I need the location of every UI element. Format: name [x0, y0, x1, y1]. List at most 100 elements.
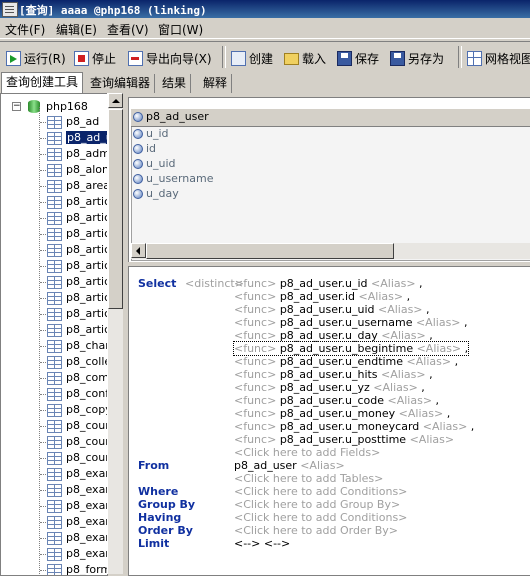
- collapse-icon[interactable]: −: [12, 102, 21, 111]
- select-column-row[interactable]: <func> p8_ad_user.u_endtime <Alias> ,: [234, 355, 458, 368]
- tree-table-item[interactable]: p8_artic: [1, 274, 107, 290]
- scroll-up-button[interactable]: [108, 93, 123, 108]
- func-placeholder[interactable]: <func>: [234, 368, 276, 381]
- func-placeholder[interactable]: <func>: [234, 316, 276, 329]
- select-column-row[interactable]: <func> p8_ad_user.u_id <Alias> ,: [234, 277, 423, 290]
- alias-placeholder[interactable]: <Alias>: [399, 407, 444, 420]
- menu-edit[interactable]: 编辑(E): [56, 21, 97, 38]
- alias-placeholder[interactable]: <Alias>: [410, 433, 455, 446]
- tree-table-item[interactable]: p8_artic: [1, 194, 107, 210]
- add-tables-placeholder[interactable]: <Click here to add Tables>: [234, 472, 383, 485]
- tab-query-builder[interactable]: 查询创建工具: [1, 72, 84, 94]
- tree-table-item[interactable]: p8_colle: [1, 354, 107, 370]
- func-placeholder[interactable]: <func>: [234, 433, 276, 446]
- select-column[interactable]: p8_ad_user.u_yz: [280, 381, 370, 394]
- grid-view-button[interactable]: 网格视图: [467, 48, 530, 68]
- select-column-row[interactable]: <func> p8_ad_user.id <Alias> ,: [234, 290, 410, 303]
- select-column[interactable]: p8_ad_user.u_id: [280, 277, 368, 290]
- menu-window[interactable]: 窗口(W): [158, 21, 203, 38]
- tree-table-item[interactable]: p8_artic: [1, 226, 107, 242]
- select-column-row[interactable]: <func> p8_ad_user.u_begintime <Alias> ,: [232, 341, 470, 356]
- stop-button[interactable]: 停止: [74, 48, 116, 68]
- alias-placeholder[interactable]: <Alias>: [423, 420, 468, 433]
- schema-tree[interactable]: − php168 p8_ad p8_ad_u p8_adm p8_alon p8_are…: [0, 93, 108, 576]
- tree-table-item[interactable]: p8_exar: [1, 482, 107, 498]
- alias-placeholder[interactable]: <Alias>: [381, 329, 426, 342]
- run-button[interactable]: 运行(R): [6, 48, 66, 68]
- add-group-by-placeholder[interactable]: <Click here to add Group By>: [234, 498, 400, 511]
- tree-table-item[interactable]: p8_artic: [1, 242, 107, 258]
- func-placeholder[interactable]: <func>: [234, 407, 276, 420]
- tree-table-item[interactable]: p8_adm: [1, 146, 107, 162]
- tree-table-item[interactable]: p8_artic: [1, 290, 107, 306]
- from-alias-placeholder[interactable]: <Alias>: [300, 459, 345, 472]
- save-button[interactable]: 保存: [337, 48, 379, 68]
- hscroll-thumb[interactable]: [146, 243, 394, 259]
- tree-table-item[interactable]: p8_exar: [1, 546, 107, 562]
- from-table[interactable]: p8_ad_user: [234, 459, 297, 472]
- select-column[interactable]: p8_ad_user.u_moneycard: [280, 420, 419, 433]
- scroll-thumb[interactable]: [108, 109, 123, 309]
- tree-scrollbar[interactable]: [107, 93, 123, 574]
- func-placeholder[interactable]: <func>: [234, 342, 276, 355]
- select-column[interactable]: p8_ad_user.u_money: [280, 407, 395, 420]
- table-box[interactable]: [131, 109, 530, 261]
- select-column[interactable]: p8_ad_user.u_username: [280, 316, 413, 329]
- alias-placeholder[interactable]: <Alias>: [407, 355, 452, 368]
- select-column[interactable]: p8_ad_user.u_hits: [280, 368, 378, 381]
- func-placeholder[interactable]: <func>: [234, 420, 276, 433]
- having-add-conditions[interactable]: <Click here to add Conditions>: [234, 511, 407, 524]
- select-column-row[interactable]: <func> p8_ad_user.u_moneycard <Alias> ,: [234, 420, 474, 433]
- tree-table-item[interactable]: p8_copy: [1, 402, 107, 418]
- alias-placeholder[interactable]: <Alias>: [378, 303, 423, 316]
- tree-table-item[interactable]: p8_char: [1, 338, 107, 354]
- tree-table-item[interactable]: p8_ad: [1, 114, 107, 130]
- tree-table-item[interactable]: p8_cour: [1, 418, 107, 434]
- select-column-row[interactable]: <func> p8_ad_user.u_code <Alias> ,: [234, 394, 439, 407]
- menu-file[interactable]: 文件(F): [5, 21, 45, 38]
- alias-placeholder[interactable]: <Alias>: [373, 381, 418, 394]
- select-column[interactable]: p8_ad_user.u_uid: [280, 303, 375, 316]
- func-placeholder[interactable]: <func>: [234, 329, 276, 342]
- select-column-row[interactable]: <func> p8_ad_user.u_posttime <Alias>: [234, 433, 454, 446]
- select-column[interactable]: p8_ad_user.u_posttime: [280, 433, 406, 446]
- save-as-button[interactable]: 另存为: [390, 48, 444, 68]
- tree-table-item[interactable]: p8_conf: [1, 386, 107, 402]
- tree-table-item[interactable]: p8_artic: [1, 258, 107, 274]
- table-box-header[interactable]: p8_ad_user: [131, 109, 530, 127]
- tree-table-item[interactable]: p8_cour: [1, 450, 107, 466]
- menu-view[interactable]: 查看(V): [107, 21, 149, 38]
- select-column-row[interactable]: <func> p8_ad_user.u_hits <Alias> ,: [234, 368, 433, 381]
- tree-table-item[interactable]: p8_exar: [1, 466, 107, 482]
- func-placeholder[interactable]: <func>: [234, 394, 276, 407]
- select-column-row[interactable]: <func> p8_ad_user.u_username <Alias> ,: [234, 316, 468, 329]
- tree-table-item[interactable]: p8_exar: [1, 498, 107, 514]
- select-column-row[interactable]: <func> p8_ad_user.u_yz <Alias> ,: [234, 381, 425, 394]
- func-placeholder[interactable]: <func>: [234, 277, 276, 290]
- scroll-left-button[interactable]: [131, 243, 146, 258]
- load-button[interactable]: 载入: [284, 48, 326, 68]
- export-wizard-button[interactable]: 导出向导(X): [128, 48, 212, 68]
- tree-table-item[interactable]: p8_cour: [1, 434, 107, 450]
- func-placeholder[interactable]: <func>: [234, 303, 276, 316]
- tree-table-item[interactable]: p8_ad_u: [1, 130, 107, 146]
- func-placeholder[interactable]: <func>: [234, 381, 276, 394]
- tree-db-node[interactable]: − php168: [1, 99, 107, 115]
- create-button[interactable]: 创建: [231, 48, 273, 68]
- from-table-row[interactable]: p8_ad_user <Alias>: [234, 459, 345, 472]
- func-placeholder[interactable]: <func>: [234, 355, 276, 368]
- select-column-row[interactable]: <func> p8_ad_user.u_day <Alias> ,: [234, 329, 433, 342]
- tree-table-item[interactable]: p8_artic: [1, 210, 107, 226]
- func-placeholder[interactable]: <func>: [234, 290, 276, 303]
- tab-query-editor[interactable]: 查询编辑器: [86, 74, 156, 93]
- select-column-row[interactable]: <func> p8_ad_user.u_uid <Alias> ,: [234, 303, 430, 316]
- where-add-conditions[interactable]: <Click here to add Conditions>: [234, 485, 407, 498]
- tab-results[interactable]: 结果: [158, 74, 192, 93]
- add-order-by-placeholder[interactable]: <Click here to add Order By>: [234, 524, 398, 537]
- tree-table-item[interactable]: p8_area: [1, 178, 107, 194]
- alias-placeholder[interactable]: <Alias>: [371, 277, 416, 290]
- limit-value[interactable]: <--> <-->: [234, 537, 290, 550]
- select-column[interactable]: p8_ad_user.id: [280, 290, 355, 303]
- tree-table-item[interactable]: p8_artic: [1, 306, 107, 322]
- tree-table-item[interactable]: p8_artic: [1, 322, 107, 338]
